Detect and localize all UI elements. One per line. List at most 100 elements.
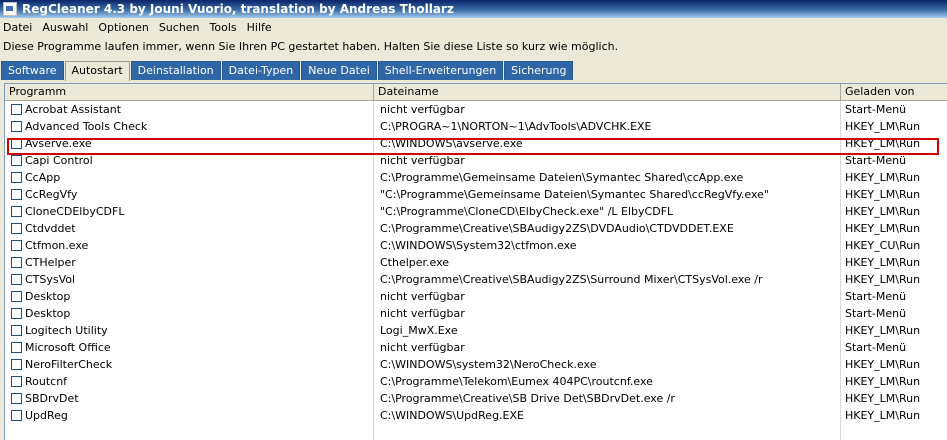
cell-dateiname: C:\WINDOWS\avserve.exe (374, 135, 841, 152)
row-checkbox[interactable] (11, 206, 22, 217)
cell-programm: CloneCDElbyCDFL (5, 203, 374, 220)
row-checkbox[interactable] (11, 172, 22, 183)
cell-dateiname: nicht verfügbar (374, 305, 841, 322)
row-checkbox[interactable] (11, 104, 22, 115)
programm-name: Advanced Tools Check (25, 120, 148, 133)
cell-geladen-von: HKEY_LM\Run (841, 203, 947, 220)
menu-datei[interactable]: Datei (0, 21, 37, 34)
row-checkbox[interactable] (11, 121, 22, 132)
tab-deinstallation[interactable]: Deinstallation (130, 61, 221, 80)
cell-geladen-von: Start-Menü (841, 101, 947, 118)
cell-programm: CcRegVfy (5, 186, 374, 203)
row-checkbox[interactable] (11, 325, 22, 336)
cell-dateiname: "C:\Programme\CloneCD\ElbyCheck.exe" /L … (374, 203, 841, 220)
row-checkbox[interactable] (11, 189, 22, 200)
table-row[interactable]: Microsoft Office nicht verfügbar Start-Men… (5, 339, 947, 356)
row-checkbox[interactable] (11, 138, 22, 149)
table-row[interactable]: Ctdvddet C:\Programme\Creative\SBAudigy2Z… (5, 220, 947, 237)
cell-geladen-von: HKEY_LM\Run (841, 254, 947, 271)
table-row[interactable]: CcApp C:\Programme\Gemeinsame Dateien\Sym… (5, 169, 947, 186)
table-row[interactable]: Capi Control nicht verfügbar Start-Menü (5, 152, 947, 169)
menu-auswahl[interactable]: Auswahl (39, 21, 93, 34)
cell-geladen-von: HKEY_CU\Run (841, 237, 947, 254)
tab-sicherung[interactable]: Sicherung (504, 61, 574, 80)
table-row[interactable]: CTSysVol C:\Programme\Creative\SBAudigy2Z… (5, 271, 947, 288)
table-row[interactable]: CTHelper Cthelper.exe HKEY_LM\Run (5, 254, 947, 271)
cell-programm: Avserve.exe (5, 135, 374, 152)
menu-suchen[interactable]: Suchen (156, 21, 205, 34)
cell-dateiname: C:\Programme\Gemeinsame Dateien\Symantec… (374, 169, 841, 186)
menu-bar: Datei Auswahl Optionen Suchen Tools Hilf… (0, 18, 947, 37)
list-rows: Acrobat Assistant nicht verfügbar Start-Me… (5, 101, 947, 424)
tab-software[interactable]: Software (1, 61, 64, 80)
tab-neue-datei[interactable]: Neue Datei (301, 61, 377, 80)
row-checkbox[interactable] (11, 257, 22, 268)
row-checkbox[interactable] (11, 376, 22, 387)
table-row[interactable]: CloneCDElbyCDFL "C:\Programme\CloneCD\Elb… (5, 203, 947, 220)
row-checkbox[interactable] (11, 359, 22, 370)
cell-dateiname: C:\WINDOWS\system32\NeroCheck.exe (374, 356, 841, 373)
table-row[interactable]: NeroFilterCheck C:\WINDOWS\system32\NeroC… (5, 356, 947, 373)
column-header-dateiname[interactable]: Dateiname (374, 84, 841, 100)
programm-name: Desktop (25, 307, 71, 320)
tab-shell-erweiterungen[interactable]: Shell-Erweiterungen (377, 61, 504, 80)
cell-programm: Microsoft Office (5, 339, 374, 356)
cell-programm: Desktop (5, 305, 374, 322)
autostart-list[interactable]: Programm Dateiname Geladen von Acrobat A… (4, 83, 947, 440)
row-checkbox[interactable] (11, 393, 22, 404)
table-row[interactable]: Desktop nicht verfügbar Start-Menü (5, 288, 947, 305)
menu-hilfe[interactable]: Hilfe (244, 21, 277, 34)
row-checkbox[interactable] (11, 240, 22, 251)
cell-dateiname: C:\PROGRA~1\NORTON~1\AdvTools\ADVCHK.EXE (374, 118, 841, 135)
cell-geladen-von: HKEY_LM\Run (841, 356, 947, 373)
cell-geladen-von: HKEY_LM\Run (841, 220, 947, 237)
row-checkbox[interactable] (11, 274, 22, 285)
table-row[interactable]: Logitech Utility Logi_MwX.Exe HKEY_LM\Run (5, 322, 947, 339)
row-checkbox[interactable] (11, 342, 22, 353)
cell-programm: NeroFilterCheck (5, 356, 374, 373)
table-row[interactable]: Ctfmon.exe C:\WINDOWS\System32\ctfmon.exe… (5, 237, 947, 254)
table-row[interactable]: Advanced Tools Check C:\PROGRA~1\NORTON~1… (5, 118, 947, 135)
row-checkbox[interactable] (11, 308, 22, 319)
programm-name: CcApp (25, 171, 61, 184)
menu-tools[interactable]: Tools (207, 21, 242, 34)
cell-programm: CTHelper (5, 254, 374, 271)
row-checkbox[interactable] (11, 291, 22, 302)
column-header-programm[interactable]: Programm (5, 84, 374, 100)
table-row[interactable]: Desktop nicht verfügbar Start-Menü (5, 305, 947, 322)
programm-name: Ctfmon.exe (25, 239, 89, 252)
cell-programm: Ctdvddet (5, 220, 374, 237)
cell-geladen-von: HKEY_LM\Run (841, 322, 947, 339)
title-bar[interactable]: RegCleaner 4.3 by Jouni Vuorio, translat… (0, 0, 947, 18)
cell-geladen-von: HKEY_LM\Run (841, 169, 947, 186)
column-header-geladen-von[interactable]: Geladen von (841, 84, 947, 100)
programm-name: Routcnf (25, 375, 68, 388)
cell-dateiname: Logi_MwX.Exe (374, 322, 841, 339)
table-row[interactable]: Routcnf C:\Programme\Telekom\Eumex 404PC\… (5, 373, 947, 390)
cell-dateiname: C:\Programme\Telekom\Eumex 404PC\routcnf… (374, 373, 841, 390)
table-row[interactable]: Avserve.exe C:\WINDOWS\avserve.exe HKEY_LM… (5, 135, 947, 152)
table-row[interactable]: UpdReg C:\WINDOWS\UpdReg.EXE HKEY_LM\Run (5, 407, 947, 424)
row-checkbox[interactable] (11, 155, 22, 166)
table-row[interactable]: CcRegVfy "C:\Programme\Gemeinsame Dateien… (5, 186, 947, 203)
cell-geladen-von: HKEY_LM\Run (841, 373, 947, 390)
tab-autostart[interactable]: Autostart (64, 61, 130, 81)
cell-geladen-von: HKEY_LM\Run (841, 407, 947, 424)
row-checkbox[interactable] (11, 410, 22, 421)
table-row[interactable]: SBDrvDet C:\Programme\Creative\SB Drive D… (5, 390, 947, 407)
cell-geladen-von: HKEY_LM\Run (841, 271, 947, 288)
cell-programm: UpdReg (5, 407, 374, 424)
tab-datei-typen[interactable]: Datei-Typen (221, 61, 301, 80)
cell-dateiname: nicht verfügbar (374, 101, 841, 118)
cell-dateiname: C:\Programme\Creative\SBAudigy2ZS\Surrou… (374, 271, 841, 288)
cell-geladen-von: Start-Menü (841, 288, 947, 305)
programm-name: Ctdvddet (25, 222, 76, 235)
table-row[interactable]: Acrobat Assistant nicht verfügbar Start-Me… (5, 101, 947, 118)
cell-programm: Advanced Tools Check (5, 118, 374, 135)
cell-programm: Logitech Utility (5, 322, 374, 339)
row-checkbox[interactable] (11, 223, 22, 234)
menu-optionen[interactable]: Optionen (95, 21, 153, 34)
programm-name: Microsoft Office (25, 341, 111, 354)
cell-geladen-von: HKEY_LM\Run (841, 118, 947, 135)
cell-geladen-von: Start-Menü (841, 152, 947, 169)
